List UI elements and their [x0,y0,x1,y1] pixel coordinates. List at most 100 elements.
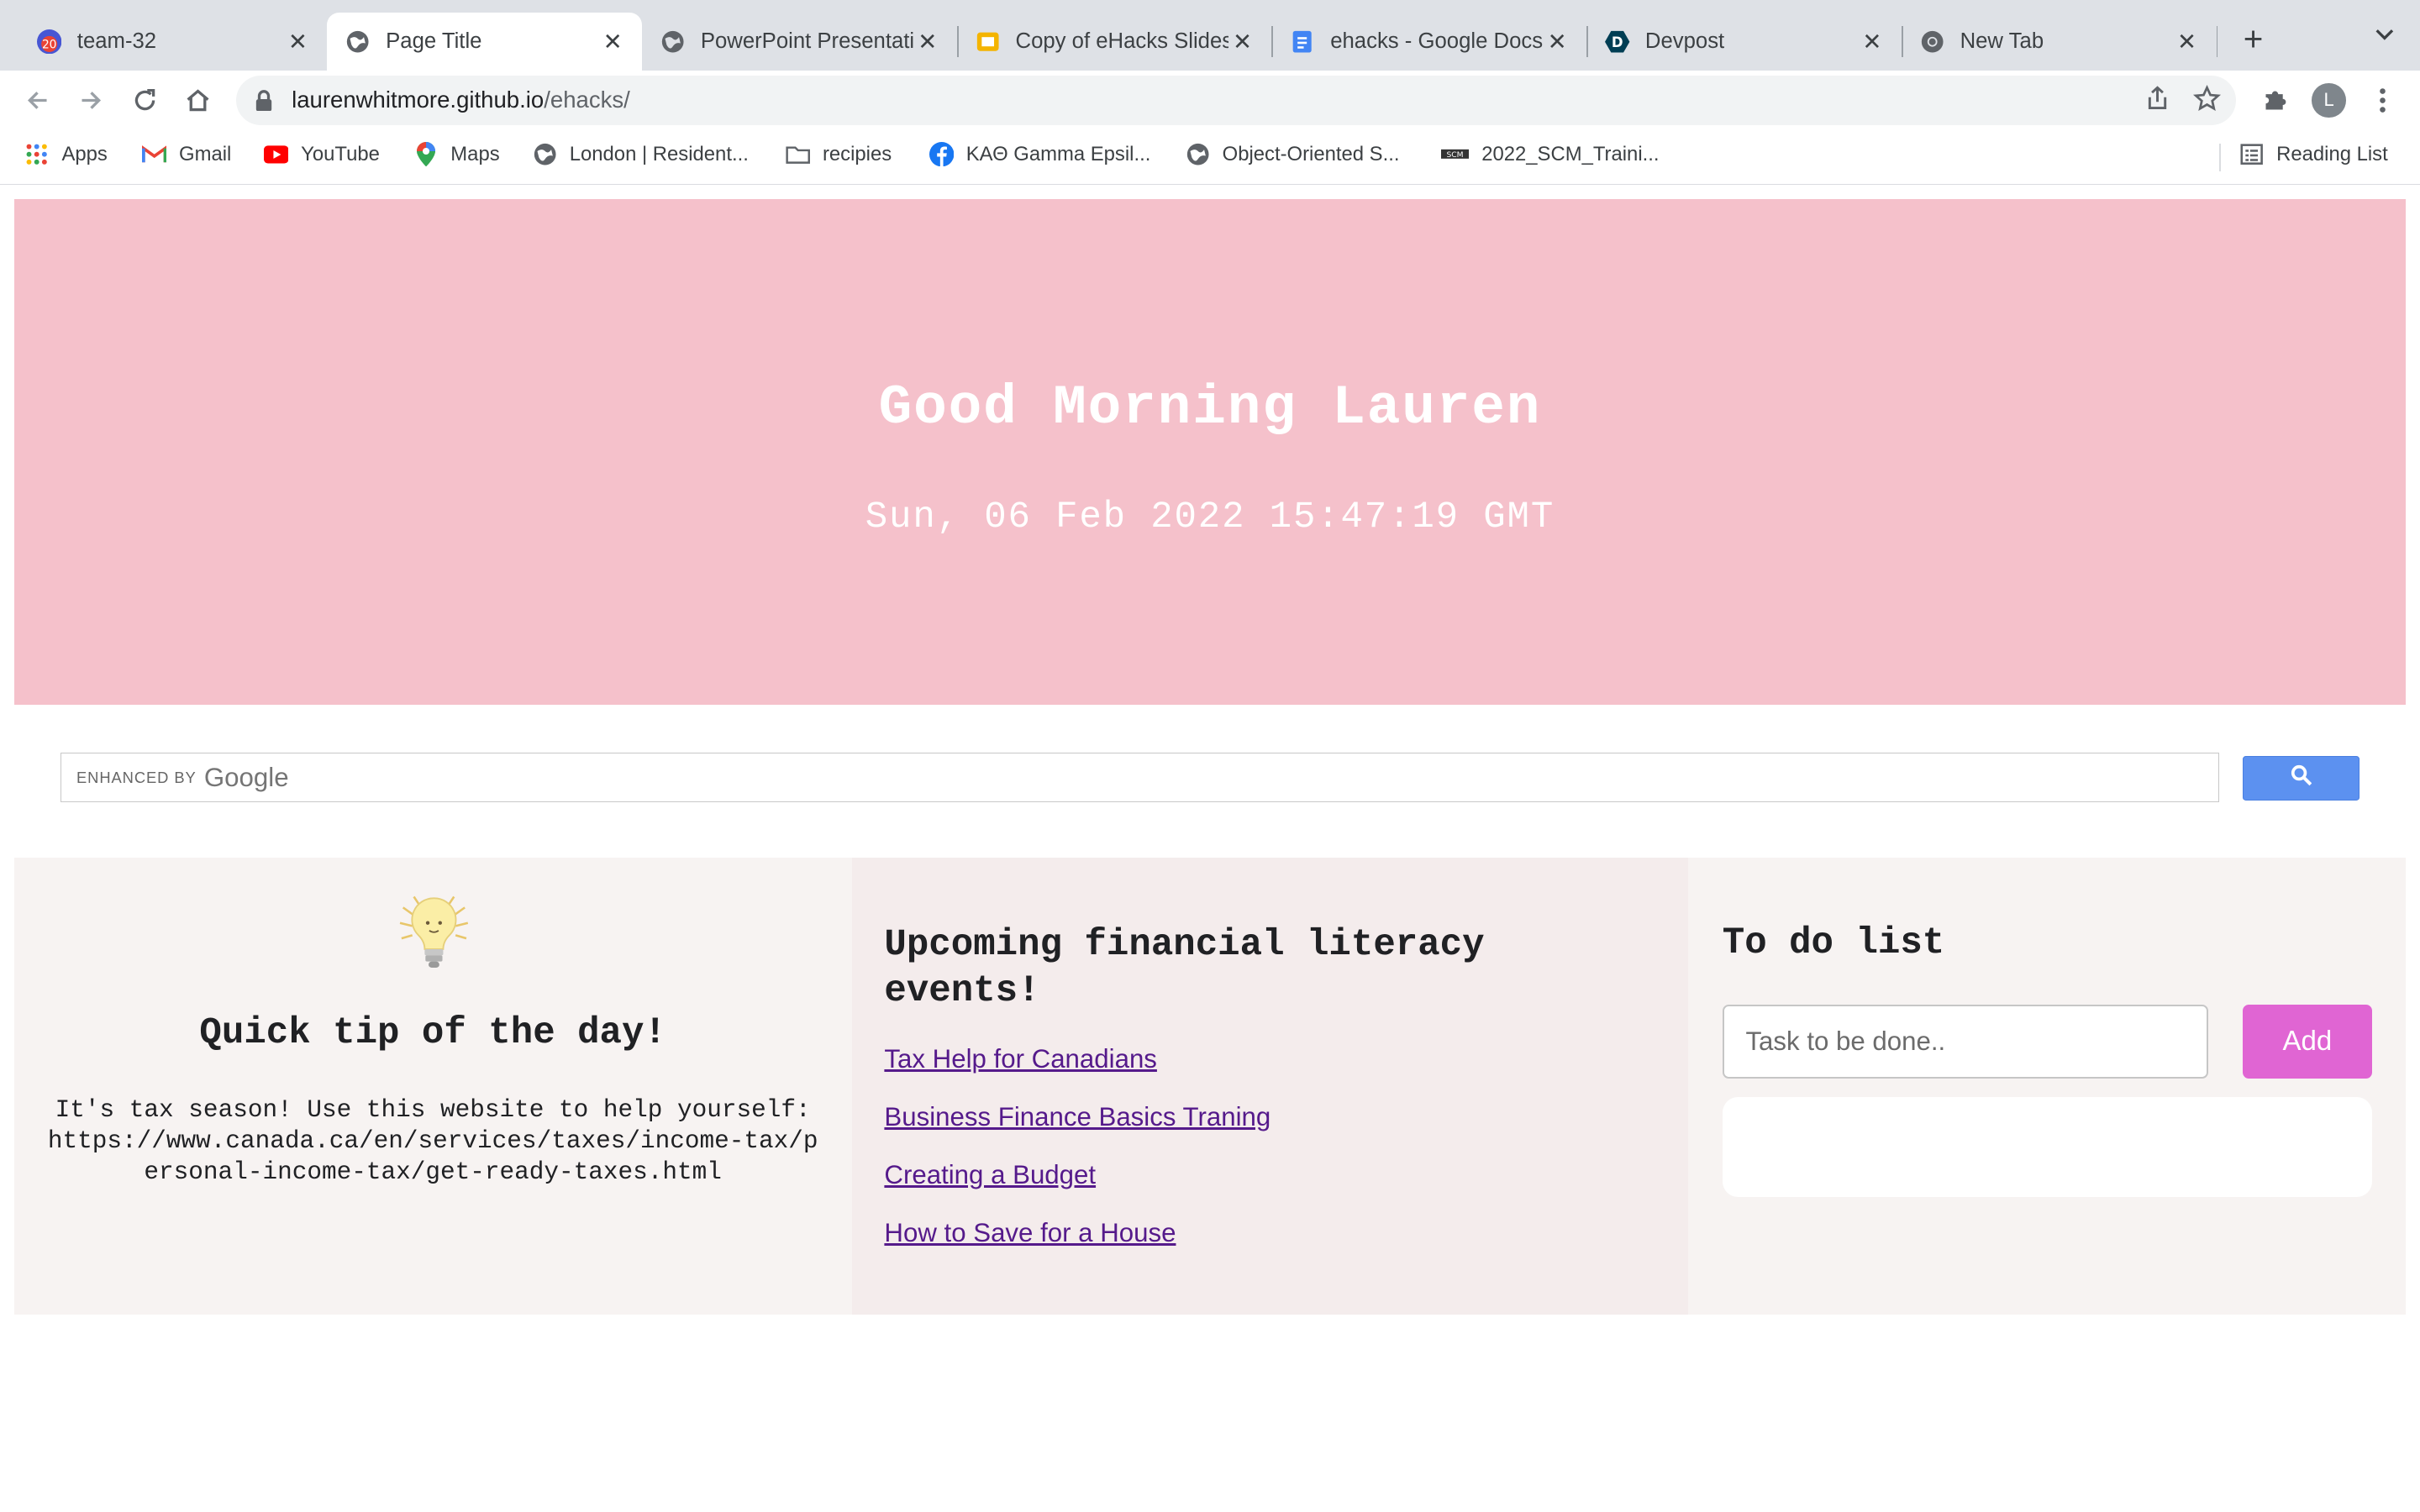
event-link-business-finance[interactable]: Business Finance Basics Traning [884,1102,1270,1131]
bookmark-label: Gmail [179,142,232,165]
tab-team-32[interactable]: 20 team-32 ✕ [18,13,327,71]
tab-ehacks-slides[interactable]: Copy of eHacks Slides ✕ [957,13,1272,71]
svg-text:20: 20 [42,38,57,51]
events-heading: Upcoming financial literacy events! [884,924,1485,1013]
globe-icon [1186,142,1210,166]
bookmarks-separator [2219,143,2221,171]
chevron-down-icon[interactable] [2366,20,2403,57]
bookmark-london-residents[interactable]: London | Resident... [533,142,749,166]
close-icon[interactable]: ✕ [284,29,312,55]
todo-task-input[interactable] [1722,1004,2209,1079]
reading-list-label: Reading List [2276,142,2388,165]
bookmark-scm-training[interactable]: SCM 2022_SCM_Traini... [1441,142,1660,166]
close-icon[interactable]: ✕ [913,29,941,55]
search-icon [2291,764,2312,793]
datetime-clock: Sun, 06 Feb 2022 15:47:19 GMT [865,496,1555,539]
calendar-icon: 20 [37,29,62,55]
kebab-menu-icon[interactable] [2363,81,2403,121]
list-item: Creating a Budget [884,1160,1270,1218]
bookmark-star-icon[interactable] [2192,84,2222,119]
devpost-icon: D [1605,29,1630,54]
tab-page-title[interactable]: Page Title ✕ [327,12,643,71]
bookmark-label: ΚΑΘ Gamma Epsil... [965,142,1151,165]
tab-title: Devpost [1644,29,1725,54]
bookmark-label: London | Resident... [569,142,749,165]
browser-toolbar: laurenwhitmore.github.io/ehacks/ L [0,71,2420,130]
home-icon[interactable] [177,81,218,121]
add-task-button[interactable]: Add [2242,1004,2372,1079]
tab-new-tab[interactable]: New Tab ✕ [1902,13,2217,71]
google-search-input[interactable]: ENHANCED BY Google [60,753,2220,803]
event-link-tax-help[interactable]: Tax Help for Canadians [884,1044,1157,1074]
google-slides-icon [976,29,1000,54]
todo-list [1722,1096,2372,1198]
enhanced-by-label: ENHANCED BY [76,768,197,786]
chrome-icon [1920,29,1944,54]
bookmark-maps[interactable]: Maps [413,141,500,167]
forward-arrow-icon[interactable] [71,81,111,121]
event-link-creating-budget[interactable]: Creating a Budget [884,1160,1096,1189]
profile-avatar[interactable]: L [2309,81,2349,121]
bookmark-gmail[interactable]: Gmail [141,142,232,166]
tab-devpost[interactable]: D Devpost ✕ [1586,13,1902,71]
bookmarks-bar: Apps Gmail YouTube Maps London | Residen… [0,129,2420,186]
google-docs-icon [1290,29,1314,54]
list-item: Business Finance Basics Traning [884,1102,1270,1160]
apps-grid-icon [24,142,49,166]
lock-icon[interactable] [255,89,276,112]
reading-list-button[interactable]: Reading List [2239,142,2388,166]
page-viewport: Good Morning Lauren Sun, 06 Feb 2022 15:… [0,185,2420,1512]
close-icon[interactable]: ✕ [599,29,627,55]
reading-list-icon [2239,142,2264,166]
tab-ehacks-docs[interactable]: ehacks - Google Docs ✕ [1271,13,1586,71]
bookmark-label: YouTube [301,142,380,165]
extensions-puzzle-icon[interactable] [2254,81,2295,121]
close-icon[interactable]: ✕ [1858,29,1886,55]
tab-title: Copy of eHacks Slides [1015,29,1229,54]
scm-icon: SCM [1441,142,1470,166]
close-icon[interactable]: ✕ [1228,29,1256,55]
tab-title: Page Title [386,29,482,54]
bookmark-kappa-alpha-theta[interactable]: ΚΑΘ Gamma Epsil... [929,141,1151,167]
new-tab-plus-icon[interactable]: + [2235,20,2272,57]
todo-panel: To do list Add [1688,858,2407,1315]
event-link-save-for-house[interactable]: How to Save for a House [884,1218,1176,1247]
globe-icon [345,29,370,54]
url-text: laurenwhitmore.github.io/ehacks/ [292,87,630,113]
hero-banner: Good Morning Lauren Sun, 06 Feb 2022 15:… [13,198,2407,706]
bookmark-apps[interactable]: Apps [24,142,108,166]
svg-text:SCM: SCM [1447,150,1464,160]
bookmark-label: Maps [450,142,500,165]
greeting-heading: Good Morning Lauren [878,376,1542,440]
bookmark-folder-recipies[interactable]: recipies [786,142,892,166]
list-item: How to Save for a House [884,1218,1270,1276]
google-logo: Google [203,762,289,792]
quick-tip-heading: Quick tip of the day! [199,1011,666,1054]
back-arrow-icon[interactable] [17,81,57,121]
todo-heading: To do list [1722,922,1945,965]
bookmark-object-oriented[interactable]: Object-Oriented S... [1186,142,1400,166]
bookmark-youtube[interactable]: YouTube [264,142,380,166]
bookmark-label: Object-Oriented S... [1222,142,1400,165]
globe-icon [533,142,557,166]
address-bar[interactable]: laurenwhitmore.github.io/ehacks/ [236,75,2237,125]
folder-icon [786,142,810,166]
bookmark-label: recipies [822,142,892,165]
tab-title: team-32 [76,29,157,54]
events-list: Tax Help for Canadians Business Finance … [884,1044,1270,1276]
share-icon[interactable] [2144,85,2171,119]
tab-separator [2216,26,2218,57]
tab-powerpoint[interactable]: PowerPoint Presentation ✕ [642,13,957,71]
close-icon[interactable]: ✕ [2173,29,2201,55]
gmail-icon [141,142,167,166]
events-panel: Upcoming financial literacy events! Tax … [851,858,1689,1315]
tab-title: ehacks - Google Docs [1330,29,1544,54]
quick-tip-text: It's tax season! Use this website to hel… [47,1096,818,1186]
bookmark-label: 2022_SCM_Traini... [1481,142,1660,165]
list-item: Tax Help for Canadians [884,1044,1270,1102]
search-button[interactable] [2242,755,2360,801]
globe-icon [660,29,685,54]
close-icon[interactable]: ✕ [1544,29,1571,55]
quick-tip-panel: Quick tip of the day! It's tax season! U… [13,858,852,1315]
reload-icon[interactable] [125,81,166,121]
